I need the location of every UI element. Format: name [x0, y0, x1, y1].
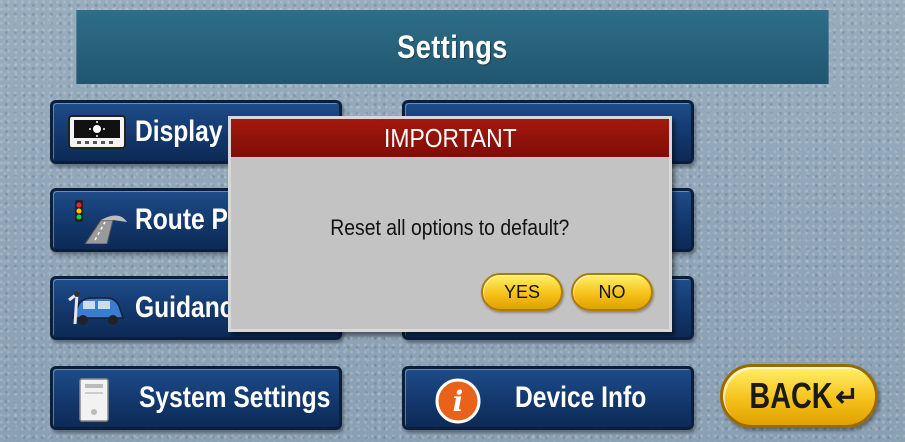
- return-arrow-icon: ↵: [835, 380, 859, 412]
- route-label: Route Pr: [135, 203, 238, 236]
- page-title: Settings: [397, 28, 508, 65]
- system-settings-button[interactable]: System Settings: [50, 366, 342, 430]
- reset-confirm-dialog: IMPORTANT Reset all options to default? …: [228, 116, 672, 332]
- device-info-button[interactable]: i Device Info: [402, 366, 694, 430]
- title-bar: Settings: [76, 10, 829, 84]
- guidance-label: Guidanc: [135, 291, 234, 324]
- dialog-message: Reset all options to default?: [330, 215, 570, 240]
- dialog-title: IMPORTANT: [383, 123, 517, 153]
- back-label: BACK: [749, 375, 833, 416]
- system-settings-label: System Settings: [139, 381, 331, 414]
- display-icon: [67, 112, 127, 152]
- display-label: Display: [135, 115, 223, 148]
- svg-text:i: i: [453, 385, 464, 418]
- traffic-light-route-icon: [67, 200, 127, 245]
- device-info-label: Device Info: [515, 381, 647, 414]
- back-button[interactable]: BACK ↵: [720, 364, 878, 428]
- yes-button[interactable]: YES: [481, 273, 563, 311]
- no-button[interactable]: NO: [571, 273, 653, 311]
- dialog-header: IMPORTANT: [231, 119, 669, 157]
- info-icon: i: [435, 378, 481, 424]
- guidance-car-icon: [67, 288, 127, 328]
- system-device-icon: [77, 378, 111, 422]
